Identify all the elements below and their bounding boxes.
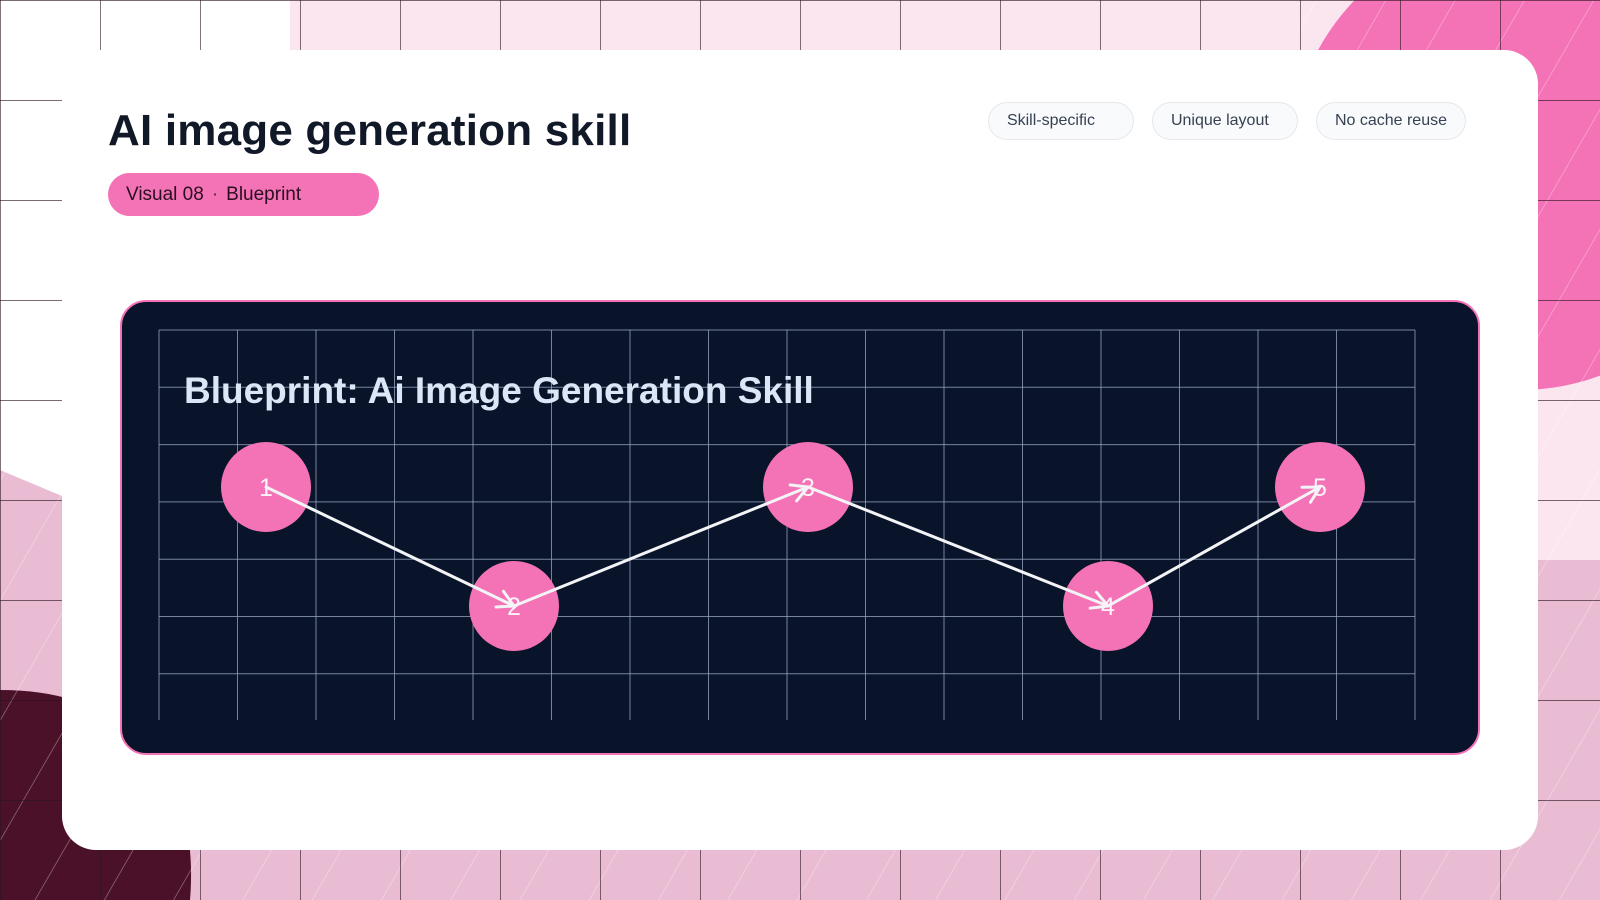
visual-badge: Visual 08 · Blueprint: [108, 173, 379, 216]
flow-node-label-2: 2: [507, 593, 521, 621]
visual-separator: ·: [211, 184, 219, 205]
connector-2-3: [512, 485, 810, 608]
diagram-title: Blueprint: Ai Image Generation Skill: [184, 370, 814, 411]
visual-number: Visual 08: [126, 184, 204, 205]
tag-skill-specific: Skill-specific: [987, 102, 1134, 140]
main-card: AI image generation skill Visual 08 · Blue…: [62, 50, 1538, 850]
tag-unique-layout: Unique layout: [1151, 102, 1298, 140]
connector-4-5: [1106, 485, 1322, 608]
tag-no-cache-reuse: No cache reuse: [1315, 102, 1466, 140]
tag-list: Skill-specific Unique layout No cache re…: [987, 102, 1466, 140]
connector-1-2: [264, 485, 516, 608]
flow-node-label-5: 5: [1313, 474, 1327, 502]
blueprint-panel: Blueprint: Ai Image Generation Skill 1 2 3…: [120, 300, 1480, 755]
blueprint-diagram: Blueprint: Ai Image Generation Skill 1 2 3…: [158, 329, 1416, 720]
flow-node-label-4: 4: [1101, 593, 1115, 621]
connector-3-4: [806, 485, 1110, 608]
page-title: AI image generation skill: [108, 106, 632, 155]
flow-node-label-3: 3: [801, 474, 815, 502]
visual-name: Blueprint: [226, 184, 302, 205]
flow-node-label-1: 1: [259, 474, 273, 502]
